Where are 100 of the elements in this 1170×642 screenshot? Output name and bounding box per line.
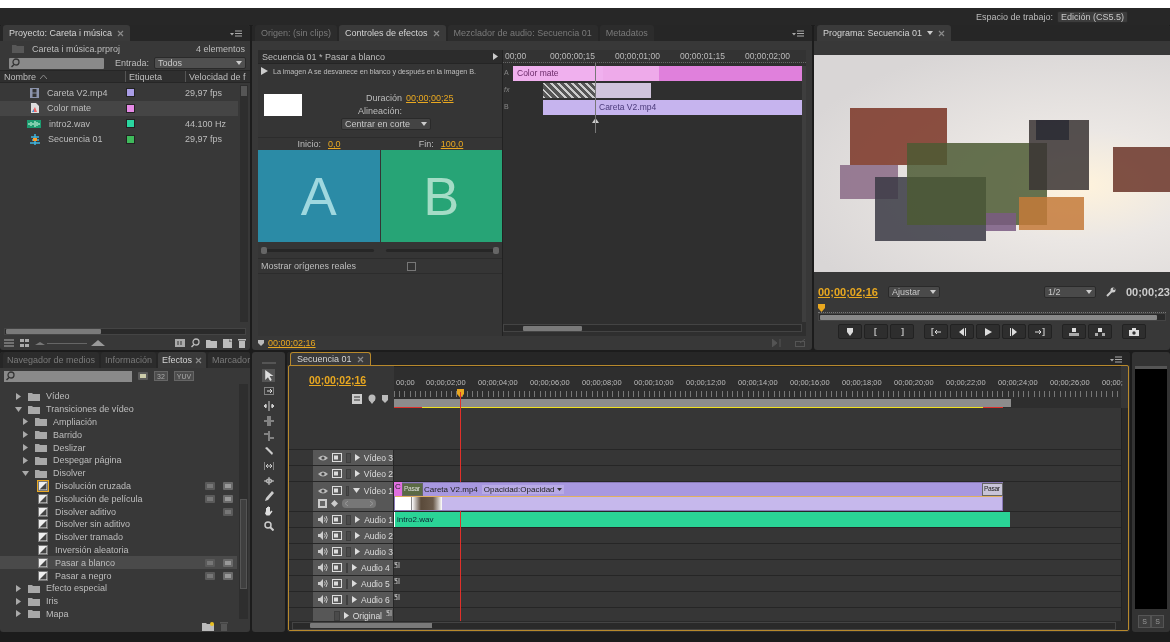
mark-in-button[interactable] (864, 324, 888, 339)
column-header[interactable]: Nombre (0, 71, 125, 82)
close-icon[interactable] (432, 29, 440, 37)
expanded-icon[interactable] (352, 488, 360, 493)
duration-value[interactable]: 00;00;00;25 (406, 92, 454, 103)
slider-thumb[interactable] (493, 246, 499, 254)
icon-view-icon[interactable] (20, 339, 29, 347)
rate-stretch-tool-icon[interactable] (263, 431, 274, 441)
new-item-icon[interactable] (223, 338, 232, 348)
end-value[interactable]: 100,0 (440, 139, 464, 149)
project-item[interactable]: Secuencia 01 29,97 fps (0, 131, 238, 147)
collapsed-icon[interactable] (354, 470, 360, 477)
slide-tool-icon[interactable] (263, 476, 274, 486)
project-item[interactable]: intro2.wav 44.100 Hz (0, 116, 238, 132)
rolling-edit-tool-icon[interactable] (263, 416, 274, 426)
collapsed-icon[interactable] (352, 564, 357, 571)
speaker-icon[interactable] (318, 547, 328, 556)
panel-menu-icon[interactable] (230, 30, 242, 37)
close-icon[interactable] (356, 355, 364, 363)
filter-dropdown[interactable]: Todos (154, 57, 246, 69)
expanded-icon[interactable] (22, 470, 29, 476)
step-back-button[interactable] (950, 324, 974, 339)
zoom-slider-icon[interactable] (35, 339, 105, 347)
sync-lock-icon[interactable] (332, 486, 342, 495)
collapsed-icon[interactable] (23, 456, 28, 464)
zoom-dropdown[interactable]: Ajustar (887, 286, 940, 298)
collapsed-icon[interactable] (16, 597, 21, 605)
keyframe-icon[interactable] (331, 500, 338, 507)
tree-folder[interactable]: Barrido (0, 428, 237, 442)
ripple-edit-tool-icon[interactable] (263, 401, 274, 411)
search-icon[interactable] (191, 338, 200, 348)
new-bin-icon[interactable] (202, 622, 214, 631)
panel-tab[interactable]: Origen: (sin clips) (255, 25, 338, 41)
play-icon[interactable] (493, 53, 498, 60)
close-icon[interactable] (117, 29, 125, 37)
panel-menu-icon[interactable] (1110, 356, 1122, 363)
collapsed-icon[interactable] (23, 444, 28, 452)
project-tab[interactable]: Proyecto: Careta i música (3, 25, 131, 41)
lock-toggle[interactable] (346, 546, 352, 557)
close-icon[interactable] (195, 356, 203, 364)
play-icon[interactable] (261, 67, 268, 75)
panel-tab[interactable]: Información (101, 352, 157, 368)
mark-out-button[interactable] (890, 324, 914, 339)
sync-lock-icon[interactable] (332, 515, 342, 524)
speaker-icon[interactable] (318, 563, 328, 572)
lock-toggle[interactable] (346, 530, 352, 541)
effect-item[interactable]: Pasar a negro (0, 569, 237, 582)
tree-folder[interactable]: Deslizar (0, 441, 237, 454)
effect-item[interactable]: Inversión aleatoria (0, 543, 237, 557)
eye-icon[interactable] (318, 486, 328, 495)
collapsed-icon[interactable] (352, 596, 357, 603)
panel-tab[interactable]: Metadatos (599, 25, 654, 41)
tree-folder[interactable]: Disolver (0, 466, 237, 480)
tree-folder[interactable]: Transiciones de vídeo (0, 402, 237, 416)
effect-item[interactable]: Disolución de película (0, 492, 237, 506)
panel-menu-icon[interactable] (792, 30, 804, 37)
search-field[interactable] (9, 57, 104, 69)
effect-item[interactable]: Disolver sin aditivo (0, 517, 237, 531)
lock-toggle[interactable] (346, 514, 352, 525)
camera-button[interactable] (1122, 324, 1146, 339)
sequence-tab[interactable]: Secuencia 01 (290, 352, 371, 365)
column-header[interactable]: Velocidad de f (185, 71, 250, 82)
playhead-icon[interactable] (818, 304, 825, 312)
settings-icon[interactable] (1105, 287, 1116, 297)
speaker-icon[interactable] (318, 595, 328, 604)
lock-toggle[interactable] (346, 468, 351, 479)
effect-item[interactable]: Disolver aditivo (0, 505, 237, 518)
slip-tool-icon[interactable] (263, 461, 274, 471)
zoom-tool-icon[interactable] (263, 521, 274, 531)
tree-folder[interactable]: Efecto especial (0, 581, 237, 595)
extract-button[interactable] (1088, 324, 1112, 339)
panel-tab[interactable]: Efectos (158, 352, 207, 368)
lock-toggle[interactable] (333, 610, 340, 621)
panel-tab[interactable]: Mezclador de audio: Secuencia 01 (447, 25, 598, 41)
hand-tool-icon[interactable] (263, 506, 274, 516)
accelerated-effects-icon[interactable] (138, 372, 148, 380)
column-header[interactable]: Etiqueta (125, 71, 185, 82)
effect-dropdown[interactable]: Opacidad:Opacidad (481, 485, 564, 494)
play-button[interactable] (976, 324, 1000, 339)
effect-item[interactable]: Disolución cruzada (0, 479, 237, 493)
collapsed-icon[interactable] (23, 418, 28, 426)
sync-lock-icon[interactable] (332, 469, 342, 478)
collapsed-icon[interactable] (352, 580, 357, 587)
sync-lock-icon[interactable] (332, 453, 342, 462)
keyframe-display-icon[interactable] (318, 499, 327, 508)
search-field[interactable] (4, 370, 132, 382)
collapsed-icon[interactable] (355, 532, 361, 539)
project-item[interactable]: Careta V2.mp4 29,97 fps (0, 85, 238, 101)
speaker-icon[interactable] (318, 579, 328, 588)
sync-lock-icon[interactable] (332, 579, 342, 588)
razor-tool-icon[interactable] (263, 446, 274, 456)
slider-thumb[interactable] (261, 246, 267, 254)
list-view-icon[interactable] (4, 339, 14, 347)
sequence-timecode[interactable]: 00;00;02;16 (309, 374, 394, 386)
marker-icon[interactable] (368, 394, 376, 404)
lift-button[interactable] (1062, 324, 1086, 339)
go-to-out-button[interactable] (1028, 324, 1052, 339)
speaker-icon[interactable] (318, 515, 328, 524)
playhead-timecode[interactable]: 00;00;02;16 (818, 286, 878, 298)
effect-item[interactable]: Pasar a blanco (0, 556, 237, 570)
